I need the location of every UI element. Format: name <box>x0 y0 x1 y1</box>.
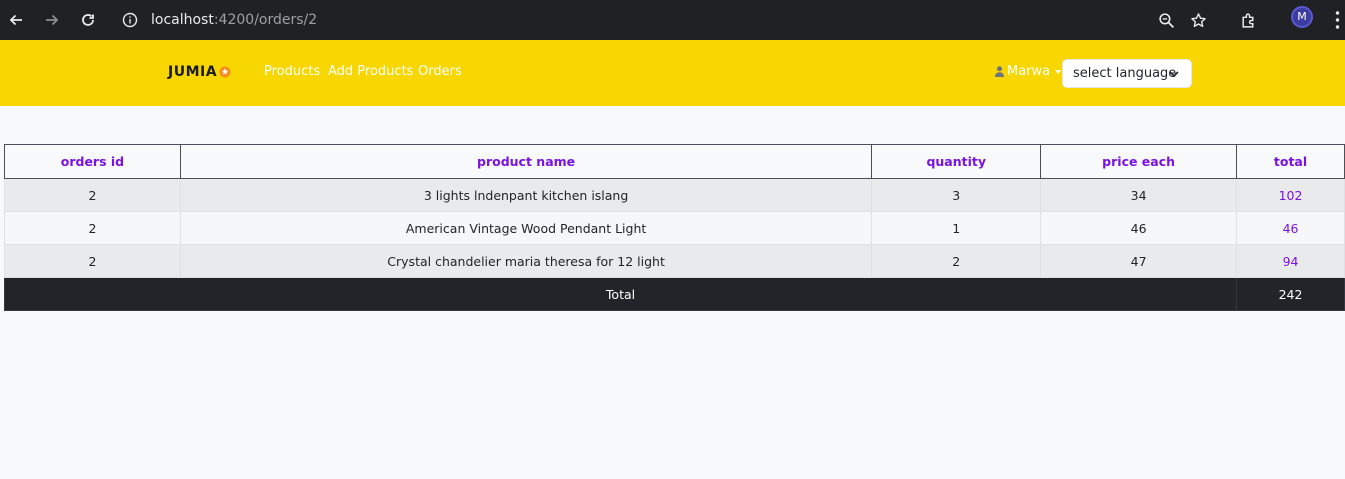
address-bar[interactable]: localhost:4200/orders/2 <box>113 4 1219 36</box>
brand-text: JUMIA <box>168 64 218 80</box>
table-footer-row: Total 242 <box>3 277 1345 311</box>
order-id-cell: 2 <box>4 178 181 212</box>
brand-star-icon <box>219 66 231 78</box>
table-header-row: orders id product name quantity price ea… <box>4 144 1345 179</box>
forward-icon[interactable] <box>38 6 66 34</box>
extensions-icon[interactable] <box>1234 6 1262 34</box>
footer-total-label: Total <box>3 277 1238 311</box>
header-orders-id: orders id <box>4 144 181 179</box>
footer-total-value: 242 <box>1236 277 1345 311</box>
url-path: :4200/orders/2 <box>213 12 318 28</box>
quantity-cell: 1 <box>871 211 1042 245</box>
header-total: total <box>1236 144 1345 179</box>
total-cell: 46 <box>1236 211 1345 245</box>
quantity-cell: 2 <box>871 244 1042 278</box>
table-row: 2 3 lights lndenpant kitchen islang 3 34… <box>4 178 1345 212</box>
total-cell: 102 <box>1236 178 1345 212</box>
table-row: 2 American Vintage Wood Pendant Light 1 … <box>4 211 1345 245</box>
user-menu[interactable]: Marwa <box>995 64 1062 79</box>
user-name: Marwa <box>1007 64 1051 79</box>
order-id-cell: 2 <box>4 211 181 245</box>
reload-icon[interactable] <box>74 6 102 34</box>
price-each-cell: 46 <box>1040 211 1238 245</box>
quantity-cell: 3 <box>871 178 1042 212</box>
info-icon[interactable] <box>122 12 138 28</box>
language-select-label: select language <box>1073 66 1177 81</box>
header-product-name: product name <box>179 144 873 179</box>
order-id-cell: 2 <box>4 244 181 278</box>
header-quantity: quantity <box>871 144 1042 179</box>
url-host: localhost <box>151 12 214 28</box>
product-name-cell: Crystal chandelier maria theresa for 12 … <box>179 244 873 278</box>
table-row: 2 Crystal chandelier maria theresa for 1… <box>4 244 1345 278</box>
price-each-cell: 34 <box>1040 178 1238 212</box>
price-each-cell: 47 <box>1040 244 1238 278</box>
browser-toolbar: localhost:4200/orders/2 M <box>0 0 1345 40</box>
back-icon[interactable] <box>2 6 30 34</box>
star-icon[interactable] <box>1184 6 1212 34</box>
orders-table: orders id product name quantity price ea… <box>3 144 1345 311</box>
nav-link-products[interactable]: Products <box>264 64 320 79</box>
user-icon <box>995 66 1004 77</box>
brand-logo[interactable]: JUMIA <box>168 64 231 80</box>
kebab-menu-icon[interactable] <box>1330 8 1345 32</box>
language-select[interactable]: select language <box>1062 59 1192 88</box>
product-name-cell: American Vintage Wood Pendant Light <box>179 211 873 245</box>
caret-down-icon <box>1055 69 1062 74</box>
product-name-cell: 3 lights lndenpant kitchen islang <box>179 178 873 212</box>
nav-link-orders[interactable]: Orders <box>418 64 462 79</box>
zoom-icon[interactable] <box>1152 6 1180 34</box>
chevron-down-icon <box>1169 71 1179 78</box>
profile-avatar[interactable]: M <box>1291 6 1313 28</box>
url-text: localhost:4200/orders/2 <box>151 11 317 29</box>
nav-link-add-products[interactable]: Add Products <box>328 64 413 79</box>
total-cell: 94 <box>1236 244 1345 278</box>
app-navbar: JUMIA Products Add Products Orders Marwa… <box>0 40 1345 106</box>
header-price-each: price each <box>1040 144 1238 179</box>
